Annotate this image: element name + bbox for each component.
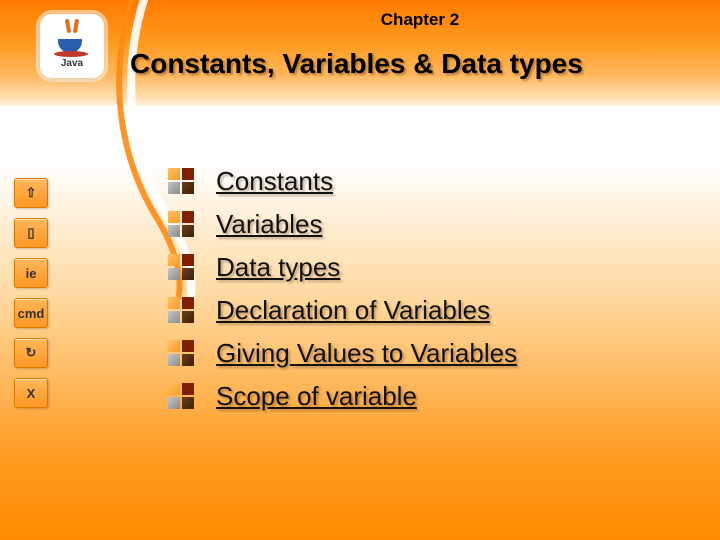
- header-band: Java Chapter 2 Constants, Variables & Da…: [0, 0, 720, 106]
- topic-link-variables[interactable]: Variables: [216, 209, 322, 240]
- topic-item: Variables: [168, 209, 517, 240]
- topic-item: Data types: [168, 252, 517, 283]
- sidebar-btn-doc[interactable]: ▯: [14, 218, 48, 248]
- topic-link-scope[interactable]: Scope of variable: [216, 381, 417, 412]
- topic-link-constants[interactable]: Constants: [216, 166, 333, 197]
- topic-item: Scope of variable: [168, 381, 517, 412]
- topic-item: Declaration of Variables: [168, 295, 517, 326]
- topic-item: Giving Values to Variables: [168, 338, 517, 369]
- page-title: Constants, Variables & Data types: [130, 48, 700, 80]
- bullet-icon: [168, 383, 196, 411]
- topic-list: Constants Variables Data types Declarati…: [168, 166, 517, 412]
- bullet-icon: [168, 340, 196, 368]
- bullet-icon: [168, 297, 196, 325]
- sidebar: ⇧ ▯ ie cmd ↻ X: [14, 178, 70, 408]
- sidebar-btn-up[interactable]: ⇧: [14, 178, 48, 208]
- sidebar-btn-ie[interactable]: ie: [14, 258, 48, 288]
- topic-link-data-types[interactable]: Data types: [216, 252, 340, 283]
- sidebar-btn-cmd[interactable]: cmd: [14, 298, 48, 328]
- sidebar-btn-close[interactable]: X: [14, 378, 48, 408]
- chapter-label: Chapter 2: [160, 10, 680, 30]
- bullet-icon: [168, 254, 196, 282]
- logo-text: Java: [52, 58, 92, 69]
- topic-link-declaration[interactable]: Declaration of Variables: [216, 295, 490, 326]
- topic-link-giving-values[interactable]: Giving Values to Variables: [216, 338, 517, 369]
- java-cup-icon: Java: [52, 21, 92, 71]
- java-logo: Java: [40, 14, 104, 78]
- sidebar-btn-redo[interactable]: ↻: [14, 338, 48, 368]
- bullet-icon: [168, 211, 196, 239]
- bullet-icon: [168, 168, 196, 196]
- slide: Java Chapter 2 Constants, Variables & Da…: [0, 0, 720, 540]
- topic-item: Constants: [168, 166, 517, 197]
